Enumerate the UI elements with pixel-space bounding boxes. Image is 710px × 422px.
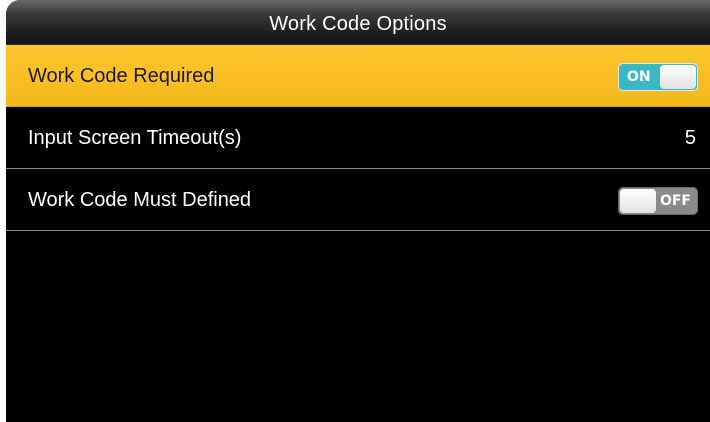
- page-title: Work Code Options: [269, 13, 447, 35]
- option-label: Input Screen Timeout(s): [28, 127, 242, 149]
- work-code-required-toggle[interactable]: ON: [618, 63, 698, 91]
- option-label: Work Code Required: [28, 65, 215, 87]
- option-label: Work Code Must Defined: [28, 189, 252, 211]
- option-row-work-code-required[interactable]: Work Code Required ON: [6, 45, 710, 107]
- device-screen: Work Code Options Work Code Required ON …: [6, 0, 710, 422]
- work-code-must-defined-toggle[interactable]: OFF: [618, 187, 698, 215]
- timeout-value: 5: [684, 127, 696, 149]
- title-bar: Work Code Options: [6, 0, 710, 45]
- toggle-knob: [620, 189, 656, 213]
- toggle-state-label: OFF: [659, 193, 691, 209]
- option-row-work-code-must-defined[interactable]: Work Code Must Defined OFF: [6, 169, 710, 231]
- toggle-knob: [660, 65, 696, 89]
- option-row-input-screen-timeout[interactable]: Input Screen Timeout(s) 5: [6, 107, 710, 169]
- toggle-state-label: ON: [627, 69, 651, 85]
